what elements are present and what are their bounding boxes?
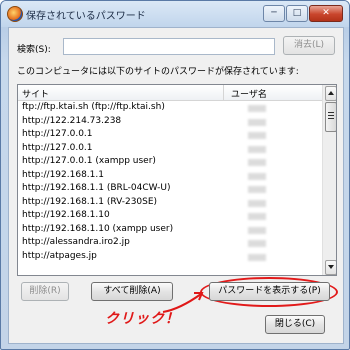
table-row[interactable]: http://122.214.73.238 xyxy=(18,115,322,129)
table-row[interactable]: http://192.168.1.1 xyxy=(18,169,322,183)
scroll-up-arrow-icon[interactable] xyxy=(325,86,336,101)
site-cell: http://192.168.1.1 (BRL-04CW-U) xyxy=(22,183,171,193)
list-header: サイト ユーザ名 xyxy=(18,85,322,101)
table-row[interactable]: http://192.168.1.10 xyxy=(18,209,322,223)
delete-button[interactable]: 削除(R) xyxy=(21,282,69,301)
saved-passwords-window: 保存されているパスワード ─ □ ✕ 検索(S): 消去(L) このコンピュータ… xyxy=(0,0,350,350)
table-row[interactable]: http://127.0.0.1 xyxy=(18,128,322,142)
close-button[interactable]: 閉じる(C) xyxy=(265,315,325,334)
column-divider[interactable] xyxy=(223,85,224,100)
username-cell-blurred xyxy=(248,132,266,139)
close-window-button[interactable]: ✕ xyxy=(309,5,343,22)
column-header-site[interactable]: サイト xyxy=(22,87,49,100)
table-row[interactable]: http://192.168.1.1 (RV-230SE) xyxy=(18,196,322,210)
username-cell-blurred xyxy=(248,145,266,153)
column-header-username[interactable]: ユーザ名 xyxy=(231,87,267,100)
table-row[interactable]: http://127.0.0.1 xyxy=(18,142,322,156)
site-cell: ftp://ftp.ktai.sh (ftp://ftp.ktai.sh) xyxy=(22,102,165,112)
site-cell: http://127.0.0.1 (xampp user) xyxy=(22,156,156,166)
username-cell-blurred xyxy=(248,105,266,112)
username-cell-blurred xyxy=(248,118,266,126)
firefox-icon xyxy=(7,6,23,22)
search-input[interactable] xyxy=(63,38,275,55)
list-rows: ftp://ftp.ktai.sh (ftp://ftp.ktai.sh) ht… xyxy=(18,101,322,263)
username-cell-blurred xyxy=(248,253,266,261)
site-cell: http://alessandra.iro2.jp xyxy=(22,237,130,247)
table-row[interactable]: http://192.168.1.1 (BRL-04CW-U) xyxy=(18,182,322,196)
site-cell: http://127.0.0.1 xyxy=(22,129,93,139)
site-cell: http://122.214.73.238 xyxy=(22,115,122,126)
site-cell: http://atpages.jp xyxy=(22,250,97,261)
table-row[interactable]: http://alessandra.iro2.jp xyxy=(18,236,322,250)
saved-password-list[interactable]: サイト ユーザ名 ftp://ftp.ktai.sh (ftp://ftp.kt… xyxy=(17,84,337,276)
search-label: 検索(S): xyxy=(17,45,51,55)
click-annotation: クリック！ xyxy=(105,311,180,327)
site-cell: http://192.168.1.10 xyxy=(22,210,110,220)
table-row[interactable]: http://192.168.1.10 (xampp user) xyxy=(18,223,322,237)
minimize-button[interactable]: ─ xyxy=(263,5,285,22)
site-cell: http://127.0.0.1 xyxy=(22,142,93,153)
username-cell-blurred xyxy=(248,186,266,193)
scrollbar-thumb[interactable] xyxy=(325,102,336,132)
vertical-scrollbar[interactable] xyxy=(322,85,336,275)
table-row[interactable]: ftp://ftp.ktai.sh (ftp://ftp.ktai.sh) xyxy=(18,101,322,115)
scroll-down-arrow-icon[interactable] xyxy=(325,260,336,275)
table-row[interactable]: http://atpages.jp xyxy=(18,250,322,264)
username-cell-blurred xyxy=(248,172,266,180)
username-cell-blurred xyxy=(248,159,266,166)
maximize-button[interactable]: □ xyxy=(286,5,308,22)
title-bar[interactable]: 保存されているパスワード ─ □ ✕ xyxy=(1,1,349,27)
site-cell: http://192.168.1.1 xyxy=(22,169,104,180)
username-cell-blurred xyxy=(248,213,266,220)
window-title: 保存されているパスワード xyxy=(26,11,146,22)
username-cell-blurred xyxy=(248,226,266,234)
show-passwords-button[interactable]: パスワードを表示する(P) xyxy=(209,282,330,301)
clear-search-button[interactable]: 消去(L) xyxy=(283,36,335,55)
site-cell: http://192.168.1.10 (xampp user) xyxy=(22,223,174,234)
site-cell: http://192.168.1.1 (RV-230SE) xyxy=(22,196,158,207)
table-row[interactable]: http://127.0.0.1 (xampp user) xyxy=(18,155,322,169)
intro-text: このコンピュータには以下のサイトのパスワードが保存されています: xyxy=(17,67,299,77)
username-cell-blurred xyxy=(248,240,266,247)
dialog-content: 検索(S): 消去(L) このコンピュータには以下のサイトのパスワードが保存され… xyxy=(8,27,344,344)
username-cell-blurred xyxy=(248,199,266,207)
